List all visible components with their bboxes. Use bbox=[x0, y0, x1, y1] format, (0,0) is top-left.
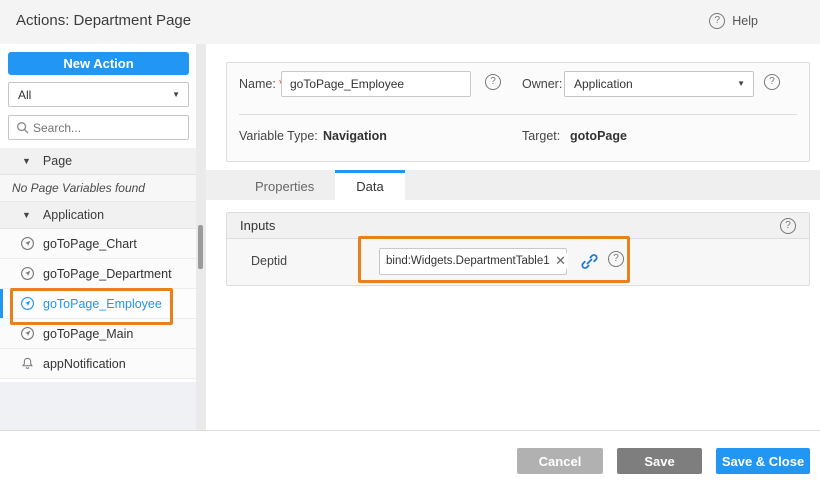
sidebar-item-gotopage-employee[interactable]: goToPage_Employee bbox=[0, 289, 196, 319]
dialog-header: Actions: Department Page ? Help bbox=[0, 0, 820, 44]
tree-section-application[interactable]: ▼ Application bbox=[0, 202, 196, 229]
inputs-help-icon[interactable]: ? bbox=[780, 218, 796, 234]
owner-select[interactable]: Application ▼ bbox=[564, 71, 754, 97]
tab-data[interactable]: Data bbox=[335, 170, 404, 200]
sidebar-item-gotopage-department[interactable]: goToPage_Department bbox=[0, 259, 196, 289]
sidebar-filler bbox=[0, 382, 196, 430]
deptid-help-icon[interactable]: ? bbox=[608, 251, 624, 267]
actions-dialog: Actions: Department Page ? Help New Acti… bbox=[0, 0, 820, 488]
navigation-icon bbox=[20, 326, 35, 341]
tree-section-label: Application bbox=[43, 208, 104, 222]
notification-icon bbox=[20, 356, 35, 371]
sidebar-item-label: appNotification bbox=[43, 357, 126, 371]
tree-section-label: Page bbox=[43, 154, 72, 168]
deptid-bind-field[interactable]: bind:Widgets.DepartmentTable1.select ✕ bbox=[379, 248, 567, 275]
help-icon: ? bbox=[709, 13, 725, 29]
sidebar-item-appnotification[interactable]: appNotification bbox=[0, 349, 196, 379]
sidebar-item-gotopage-main[interactable]: goToPage_Main bbox=[0, 319, 196, 349]
owner-help-icon[interactable]: ? bbox=[764, 74, 780, 90]
tree-section-page[interactable]: ▼ Page bbox=[0, 148, 196, 175]
search-icon bbox=[16, 121, 30, 135]
navigation-icon bbox=[20, 296, 35, 311]
collapse-arrow-icon: ▼ bbox=[22, 210, 31, 220]
clear-binding-icon[interactable]: ✕ bbox=[553, 253, 568, 269]
search-input[interactable] bbox=[33, 116, 185, 139]
deptid-bind-value: bind:Widgets.DepartmentTable1.select bbox=[386, 249, 550, 274]
filter-select[interactable]: All ▼ bbox=[8, 82, 189, 107]
help-label: Help bbox=[732, 14, 758, 28]
sidebar-scrollbar-thumb[interactable] bbox=[198, 225, 203, 269]
target-value: gotoPage bbox=[570, 129, 627, 143]
search-box bbox=[8, 115, 189, 140]
save-button[interactable]: Save bbox=[617, 448, 702, 474]
inputs-section: Inputs ? Deptid bind:Widgets.DepartmentT… bbox=[226, 212, 810, 286]
variable-type-value: Navigation bbox=[323, 129, 387, 143]
navigation-icon bbox=[20, 236, 35, 251]
empty-message: No Page Variables found bbox=[0, 175, 196, 202]
sidebar-item-label: goToPage_Employee bbox=[43, 297, 162, 311]
collapse-arrow-icon: ▼ bbox=[22, 156, 31, 166]
variables-tree: ▼ Page No Page Variables found ▼ Applica… bbox=[0, 148, 196, 379]
chevron-down-icon: ▼ bbox=[172, 90, 180, 99]
inputs-title: Inputs bbox=[240, 218, 780, 233]
sidebar-item-label: goToPage_Main bbox=[43, 327, 133, 341]
name-help-icon[interactable]: ? bbox=[485, 74, 501, 90]
owner-label: Owner:* bbox=[522, 77, 570, 91]
action-summary-panel: Name:* ? Owner:* Application ▼ ? Variabl… bbox=[226, 62, 810, 162]
cancel-button[interactable]: Cancel bbox=[517, 448, 603, 474]
sidebar-scrollbar-track bbox=[196, 44, 206, 430]
action-detail-panel: Name:* ? Owner:* Application ▼ ? Variabl… bbox=[206, 44, 820, 430]
save-close-button[interactable]: Save & Close bbox=[716, 448, 810, 474]
sidebar-item-gotopage-chart[interactable]: goToPage_Chart bbox=[0, 229, 196, 259]
help-button[interactable]: ? Help bbox=[709, 13, 758, 29]
panel-divider bbox=[239, 114, 797, 115]
name-label: Name:* bbox=[239, 77, 284, 91]
chevron-down-icon: ▼ bbox=[737, 79, 745, 88]
page-title: Actions: Department Page bbox=[16, 12, 191, 29]
filter-select-value: All bbox=[18, 88, 31, 102]
variable-type-label: Variable Type: bbox=[239, 129, 318, 143]
deptid-label: Deptid bbox=[251, 254, 287, 268]
dialog-footer: Cancel Save Save & Close bbox=[0, 430, 820, 488]
navigation-icon bbox=[20, 266, 35, 281]
inputs-section-header: Inputs ? bbox=[227, 213, 809, 239]
owner-select-value: Application bbox=[574, 77, 633, 91]
name-field[interactable] bbox=[281, 71, 471, 97]
sidebar-item-label: goToPage_Department bbox=[43, 267, 172, 281]
inputs-section-body: Deptid bind:Widgets.DepartmentTable1.sel… bbox=[227, 239, 809, 285]
tab-properties[interactable]: Properties bbox=[234, 170, 335, 200]
variables-sidebar: New Action All ▼ ▼ Page No Page Variable… bbox=[0, 44, 196, 430]
bind-link-icon[interactable] bbox=[581, 253, 598, 270]
sidebar-item-label: goToPage_Chart bbox=[43, 237, 137, 251]
target-label: Target: bbox=[522, 129, 560, 143]
new-action-button[interactable]: New Action bbox=[8, 52, 189, 75]
tab-bar: Properties Data bbox=[206, 170, 820, 200]
